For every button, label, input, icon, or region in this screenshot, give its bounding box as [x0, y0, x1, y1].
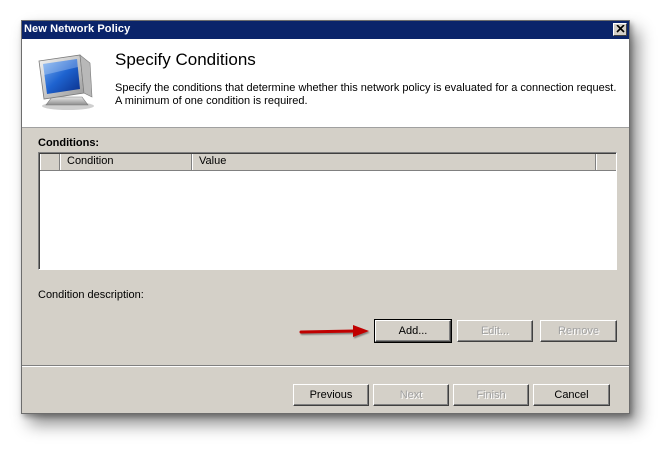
previous-button[interactable]: Previous — [293, 384, 369, 406]
column-header-filler — [596, 154, 617, 170]
description-line-1: Specify the conditions that determine wh… — [115, 82, 617, 94]
condition-description-label: Condition description: — [38, 289, 144, 301]
add-button[interactable]: Add... — [374, 319, 452, 343]
edit-button[interactable]: Edit... — [457, 320, 533, 342]
column-header-condition[interactable]: Condition — [60, 154, 192, 170]
red-arrow-pointer-icon — [299, 325, 369, 337]
conditions-list-header: Condition Value — [40, 154, 616, 171]
column-header-value[interactable]: Value — [192, 154, 596, 170]
finish-button[interactable]: Finish — [453, 384, 529, 406]
wizard-header: Specify Conditions Specify the condition… — [22, 39, 629, 128]
remove-button[interactable]: Remove — [540, 320, 617, 342]
screenshot-stage: New Network Policy Specify Conditions Sp… — [0, 0, 671, 456]
conditions-list-body[interactable] — [40, 171, 616, 269]
footer-divider — [22, 365, 629, 367]
computer-monitor-icon — [38, 54, 94, 110]
title-bar[interactable]: New Network Policy — [22, 21, 629, 39]
close-button[interactable] — [613, 23, 627, 36]
page-description: Specify the conditions that determine wh… — [115, 82, 629, 108]
new-network-policy-dialog: New Network Policy Specify Conditions Sp… — [21, 20, 630, 414]
description-line-2: A minimum of one condition is required. — [115, 95, 308, 107]
conditions-label: Conditions: — [38, 137, 100, 149]
window-title: New Network Policy — [24, 23, 131, 35]
next-button[interactable]: Next — [373, 384, 449, 406]
cancel-button[interactable]: Cancel — [533, 384, 610, 406]
conditions-list[interactable]: Condition Value — [38, 152, 617, 270]
page-title: Specify Conditions — [115, 50, 256, 69]
column-header-select[interactable] — [40, 154, 60, 170]
close-icon — [616, 25, 625, 33]
